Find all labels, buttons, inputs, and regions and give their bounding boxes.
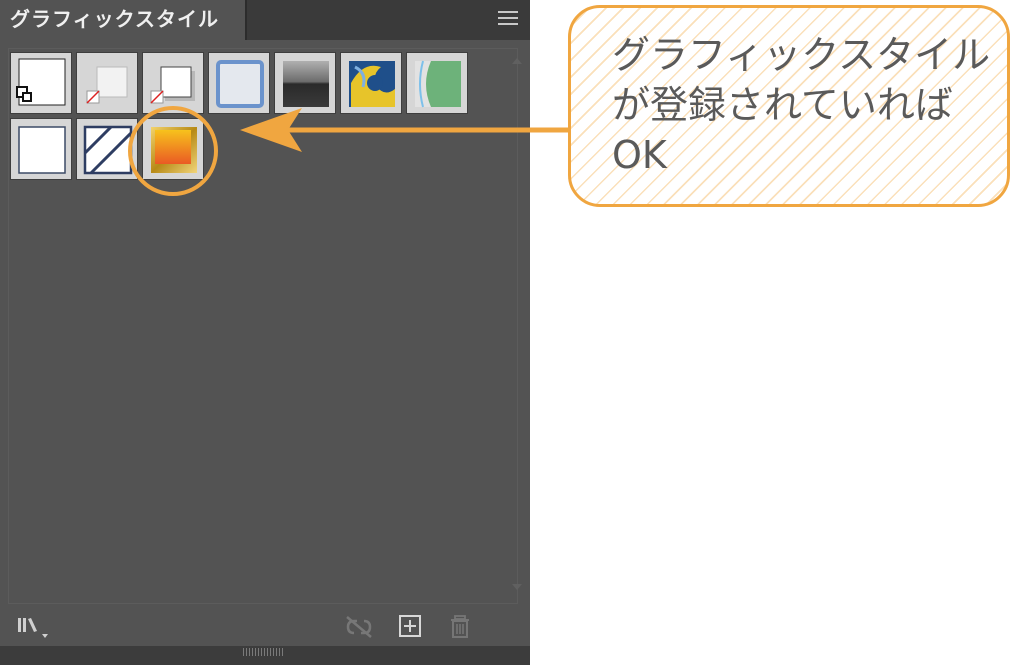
no-stroke-square-icon bbox=[86, 66, 128, 104]
graphic-style-library-icon[interactable] bbox=[16, 614, 48, 638]
drop-shadow-square-icon bbox=[150, 66, 195, 104]
gradient-gray-swatch[interactable] bbox=[274, 52, 336, 114]
white-square-icon bbox=[18, 126, 66, 174]
break-link-icon[interactable] bbox=[344, 614, 372, 638]
tab-graphic-styles[interactable]: グラフィックスタイル bbox=[0, 0, 245, 40]
blue-outline-swatch[interactable] bbox=[208, 52, 270, 114]
hamburger-menu-icon[interactable] bbox=[498, 11, 518, 27]
highlight-circle bbox=[128, 106, 218, 196]
blue-yellow-pattern-swatch[interactable] bbox=[340, 52, 402, 114]
default-style-swatch[interactable] bbox=[10, 52, 72, 114]
white-square-swatch[interactable] bbox=[10, 118, 72, 180]
scroll-down-arrow-icon[interactable] bbox=[512, 584, 522, 590]
panel-bottom-toolbar bbox=[0, 606, 530, 646]
shadow-style-swatch[interactable] bbox=[142, 52, 204, 114]
graphic-styles-panel: グラフィックスタイル bbox=[0, 0, 530, 665]
panel-tab-bar: グラフィックスタイル bbox=[0, 0, 530, 40]
scroll-up-arrow-icon[interactable] bbox=[512, 58, 522, 64]
resize-grip-icon[interactable] bbox=[243, 648, 283, 656]
green-half-swatch[interactable] bbox=[406, 52, 468, 114]
callout-line-3: OK bbox=[612, 133, 667, 177]
callout-line-1: グラフィックスタイル bbox=[612, 33, 991, 77]
blue-outline-icon bbox=[216, 60, 264, 108]
pattern-icon bbox=[349, 61, 395, 107]
new-graphic-style-icon[interactable] bbox=[398, 614, 422, 638]
gray-gradient-icon bbox=[283, 61, 329, 107]
default-no-stroke-swatch[interactable] bbox=[76, 52, 138, 114]
callout-line-2: が登録されていれば bbox=[612, 83, 953, 127]
callout-text: グラフィックスタイル が登録されていれば OK bbox=[612, 30, 992, 180]
green-half-icon bbox=[415, 60, 461, 108]
trash-icon[interactable] bbox=[449, 614, 473, 638]
tab-divider bbox=[245, 0, 247, 40]
callout-arrow-icon bbox=[240, 108, 570, 152]
default-style-icon bbox=[16, 58, 66, 106]
